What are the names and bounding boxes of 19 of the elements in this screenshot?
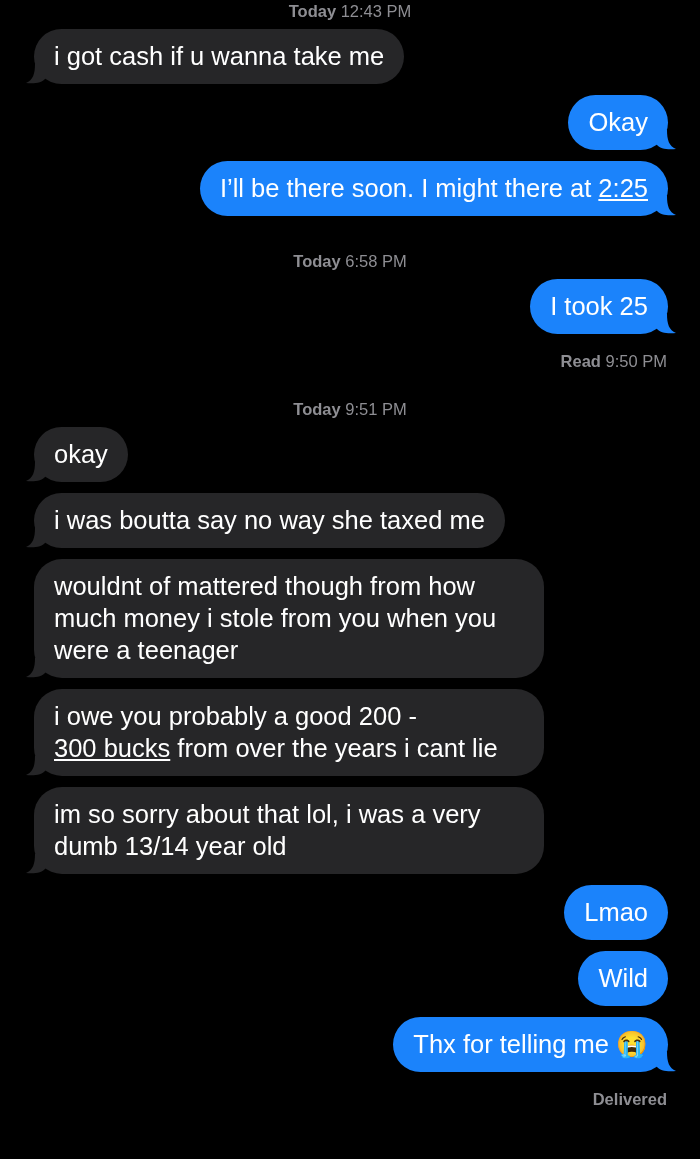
- received-message-bubble: wouldnt of mattered though from how much money i stole from you when you were a teenager: [34, 559, 544, 678]
- sent-message-bubble: Thx for telling me 😭: [393, 1017, 668, 1072]
- timestamp: Today 6:58 PM: [293, 251, 407, 271]
- timestamp: Today 12:43 PM: [288, 1, 412, 21]
- received-message-bubble: i got cash if u wanna take me: [34, 29, 405, 84]
- timestamp: Today 9:51 PM: [293, 399, 407, 419]
- received-message-bubble: i owe you probably a good 200 - 300 bucks from over the years i cant lie: [34, 689, 544, 776]
- delivery-status: Read 9:50 PM: [560, 351, 667, 371]
- sent-message-bubble: Okay: [568, 95, 668, 150]
- sent-message-bubble: I’ll be there soon. I might there at 2:25: [199, 161, 668, 216]
- sent-message-bubble: I took 25: [530, 279, 668, 334]
- received-message-bubble: im so sorry about that lol, i was a very dumb 13/14 year old: [34, 787, 544, 874]
- sent-message-bubble: Wild: [578, 951, 668, 1006]
- link[interactable]: 2:25: [598, 174, 648, 202]
- link[interactable]: 300 bucks: [54, 734, 171, 762]
- sent-message-bubble: Lmao: [564, 885, 668, 940]
- received-message-bubble: i was boutta say no way she taxed me: [34, 493, 505, 548]
- delivery-status: Delivered: [592, 1089, 667, 1109]
- received-message-bubble: okay: [34, 427, 128, 482]
